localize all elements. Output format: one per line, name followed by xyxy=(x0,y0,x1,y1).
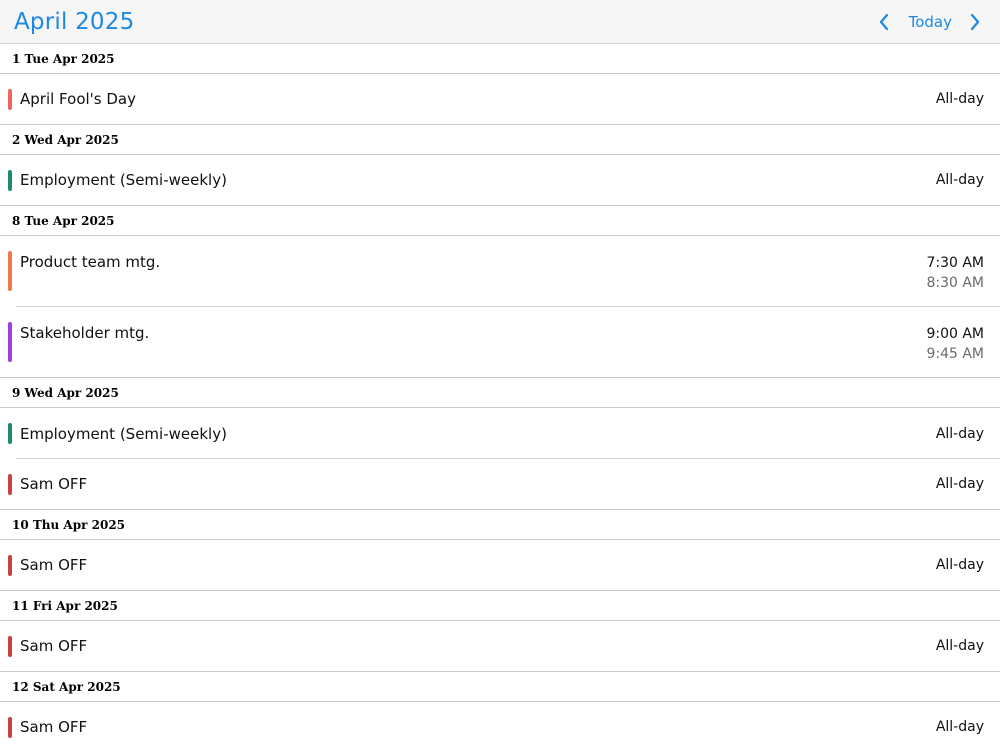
event-title: Sam OFF xyxy=(20,475,88,493)
event-title: Sam OFF xyxy=(20,637,88,655)
event-times: All-day xyxy=(936,170,984,190)
event-times: 7:30 AM 8:30 AM xyxy=(926,253,984,293)
day-header: 2 Wed Apr 2025 xyxy=(0,125,1000,155)
day-header: 11 Fri Apr 2025 xyxy=(0,591,1000,621)
event-row[interactable]: Sam OFF All-day xyxy=(0,459,1000,510)
event-color-bar xyxy=(8,474,12,495)
event-end-time: 8:30 AM xyxy=(926,275,984,291)
event-start-time: All-day xyxy=(935,557,984,573)
event-color-bar xyxy=(8,170,12,191)
event-title: April Fool's Day xyxy=(20,90,136,108)
chevron-right-icon xyxy=(970,13,980,30)
day-header: 1 Tue Apr 2025 xyxy=(0,44,1000,74)
event-row[interactable]: Sam OFF All-day xyxy=(0,540,1000,591)
day-label: 12 Sat Apr 2025 xyxy=(12,679,121,694)
day-label: 8 Tue Apr 2025 xyxy=(12,213,115,228)
event-row[interactable]: Sam OFF All-day xyxy=(0,621,1000,672)
event-row[interactable]: Employment (Semi-weekly) All-day xyxy=(0,155,1000,206)
event-start-time: All-day xyxy=(935,719,984,735)
calendar-header: April 2025 Today xyxy=(0,0,1000,44)
nav-controls: Today xyxy=(873,7,986,37)
event-color-bar xyxy=(8,423,12,444)
event-row[interactable]: Product team mtg. 7:30 AM 8:30 AM xyxy=(0,236,1000,307)
event-start-time: All-day xyxy=(935,476,984,492)
event-row[interactable]: Employment (Semi-weekly) All-day xyxy=(0,408,1000,459)
event-start-time: All-day xyxy=(935,425,984,442)
event-times: All-day xyxy=(936,89,984,109)
event-color-bar xyxy=(8,322,12,362)
event-title: Employment (Semi-weekly) xyxy=(20,424,227,443)
today-button[interactable]: Today xyxy=(909,13,952,31)
event-color-bar xyxy=(8,89,12,110)
next-month-button[interactable] xyxy=(964,7,986,37)
event-times: All-day xyxy=(936,717,984,737)
month-title: April 2025 xyxy=(14,8,135,35)
event-color-bar xyxy=(8,636,12,657)
event-times: All-day xyxy=(936,636,984,656)
prev-month-button[interactable] xyxy=(873,7,895,37)
event-row[interactable]: Sam OFF All-day xyxy=(0,702,1000,750)
day-label: 2 Wed Apr 2025 xyxy=(12,132,119,147)
day-header: 12 Sat Apr 2025 xyxy=(0,672,1000,702)
event-start-time: All-day xyxy=(935,172,984,188)
event-times: All-day xyxy=(936,474,984,494)
event-title: Sam OFF xyxy=(20,718,88,736)
chevron-left-icon xyxy=(879,13,888,30)
event-color-bar xyxy=(8,717,12,738)
event-title: Employment (Semi-weekly) xyxy=(20,171,227,189)
event-end-time: 9:45 AM xyxy=(926,346,984,362)
event-title: Product team mtg. xyxy=(20,253,161,271)
event-row[interactable]: April Fool's Day All-day xyxy=(0,74,1000,125)
day-header: 9 Wed Apr 2025 xyxy=(0,378,1000,408)
day-label: 11 Fri Apr 2025 xyxy=(12,598,118,613)
day-label: 9 Wed Apr 2025 xyxy=(12,385,119,400)
day-header: 8 Tue Apr 2025 xyxy=(0,206,1000,236)
event-times: All-day xyxy=(936,555,984,575)
day-label: 10 Thu Apr 2025 xyxy=(12,517,126,532)
day-label: 1 Tue Apr 2025 xyxy=(12,51,115,66)
event-title: Stakeholder mtg. xyxy=(20,324,150,342)
event-color-bar xyxy=(8,555,12,576)
agenda-list: 1 Tue Apr 2025 April Fool's Day All-day 2 W… xyxy=(0,44,1000,750)
event-row[interactable]: Stakeholder mtg. 9:00 AM 9:45 AM xyxy=(0,307,1000,378)
event-start-time: All-day xyxy=(935,638,984,654)
event-start-time: All-day xyxy=(935,91,984,107)
event-color-bar xyxy=(8,251,12,291)
day-header: 10 Thu Apr 2025 xyxy=(0,510,1000,540)
event-start-time: 9:00 AM xyxy=(926,326,984,342)
event-title: Sam OFF xyxy=(20,556,88,574)
event-times: All-day xyxy=(936,424,984,444)
event-start-time: 7:30 AM xyxy=(926,255,984,271)
event-times: 9:00 AM 9:45 AM xyxy=(926,324,984,364)
